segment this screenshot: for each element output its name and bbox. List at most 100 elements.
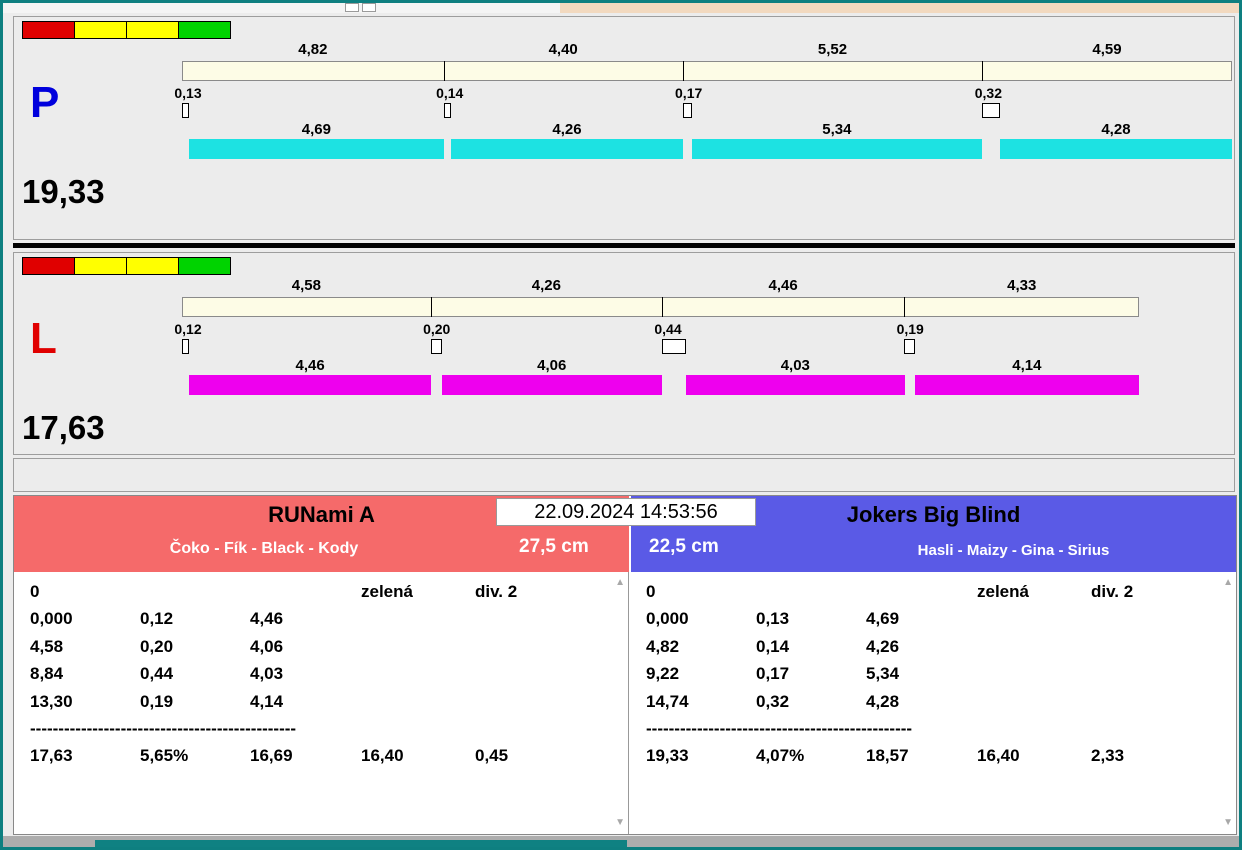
split-time-label: 5,52 (817, 41, 848, 58)
background-window-fragment (362, 3, 376, 12)
start-light-red (22, 257, 75, 275)
result-cell: 0,14 (756, 636, 790, 656)
split-divider-tick (662, 297, 663, 317)
table-row: 8,84 0,44 4,03 (14, 664, 628, 691)
split-time-label: 4,46 (768, 277, 798, 294)
result-cell: 0,17 (756, 664, 790, 684)
result-cell: 4,06 (250, 636, 284, 656)
taskbar-strip (3, 836, 1239, 847)
lane-panel-right: P 4,82 4,40 5,52 4,59 0,13 4,69 0,14 4,26 0,17 5,… (13, 16, 1235, 240)
team-dogs: Čoko - Fík - Black - Kody (169, 540, 359, 557)
crossing-time-box (982, 103, 1000, 118)
result-cell: 13,30 (30, 691, 73, 711)
result-cell: 0,19 (140, 691, 174, 711)
split-time-label: 4,40 (548, 41, 578, 58)
table-total-row: 19,33 4,07% 18,57 16,40 2,33 (630, 746, 1236, 773)
table-row: 0,000 0,13 4,69 (630, 609, 1236, 636)
result-cell: 4,07% (756, 746, 805, 766)
split-time-label: 4,58 (291, 277, 321, 294)
table-separator: ----------------------------------------… (646, 718, 913, 738)
result-cell: 0,000 (30, 609, 73, 629)
table-row: 13,30 0,19 4,14 (14, 692, 628, 719)
split-divider-tick (682, 61, 684, 81)
result-cell: 4,58 (30, 636, 64, 656)
result-cell: 4,14 (250, 691, 284, 711)
result-cell: 9,22 (646, 664, 680, 684)
jump-height: 22,5 cm (649, 536, 719, 557)
leg-time-bar (441, 375, 662, 395)
teams-panel: RUNami A Čoko - Fík - Black - Kody 27,5 … (13, 495, 1237, 835)
leg-time-bar (189, 139, 444, 159)
crossing-time-box (182, 103, 190, 118)
split-divider-tick (443, 61, 445, 81)
result-cell: 5,65% (140, 746, 189, 766)
crossing-time-box (662, 339, 686, 354)
result-cell: div. 2 (475, 582, 518, 601)
scroll-down-icon[interactable]: ▼ (1223, 818, 1233, 828)
result-cell: 0,45 (475, 746, 509, 766)
split-time-label: 4,82 (298, 41, 328, 58)
lane-panel-left: L 4,58 4,26 4,46 4,33 0,12 4,46 0,20 4,06 0,44 4,… (13, 252, 1235, 455)
split-time-label: 4,26 (531, 277, 561, 294)
split-divider-tick (430, 297, 432, 317)
split-divider-tick (904, 297, 906, 317)
table-row: 4,58 0,20 4,06 (14, 637, 628, 664)
leg-time-bar (685, 375, 905, 395)
crossing-time-label: 0,20 (423, 321, 451, 337)
crossing-time-label: 0,19 (896, 321, 924, 337)
crossing-time-label: 0,13 (174, 85, 202, 101)
leg-time-label: 4,14 (1012, 357, 1042, 374)
leg-time-label: 4,26 (552, 121, 582, 138)
lane-total-time: 17,63 (22, 409, 105, 446)
result-cell: zelená (977, 582, 1029, 601)
result-cell: 2,33 (1091, 746, 1125, 766)
scroll-down-icon[interactable]: ▼ (615, 818, 625, 828)
leg-time-label: 4,46 (295, 357, 325, 374)
table-row: 0 zelená div. 2 (630, 582, 1236, 609)
result-cell: 0,13 (756, 609, 790, 629)
result-panel-right: ▲ 0 zelená div. 2 0,000 0,13 4,69 4,82 0… (630, 572, 1236, 834)
leg-time-label: 4,28 (1101, 121, 1131, 138)
leg-time-bar (691, 139, 982, 159)
table-row: 0 zelená div. 2 (14, 582, 628, 609)
split-time-label: 4,59 (1092, 41, 1122, 58)
leg-time-label: 5,34 (822, 121, 852, 138)
crossing-time-label: 0,44 (654, 321, 682, 337)
result-cell: 19,33 (646, 746, 689, 766)
team-dogs: Hasli - Maizy - Gina - Sirius (917, 542, 1110, 559)
leg-time-bar (914, 375, 1140, 395)
result-cell: 0 (646, 582, 656, 601)
start-light-yellow-1 (74, 257, 127, 275)
result-cell: 14,74 (646, 691, 689, 711)
result-cell: 5,34 (866, 664, 900, 684)
start-light-red (22, 21, 75, 39)
table-row: 14,74 0,32 4,28 (630, 692, 1236, 719)
result-cell: 0,32 (756, 691, 790, 711)
start-light-yellow-1 (74, 21, 127, 39)
crossing-time-box (182, 339, 189, 354)
leg-time-bar (451, 139, 683, 159)
split-divider-tick (982, 61, 984, 81)
split-time-label: 4,33 (1007, 277, 1037, 294)
result-cell: 4,03 (250, 664, 284, 684)
start-light-yellow-2 (126, 21, 179, 39)
result-cell: zelená (361, 582, 413, 601)
result-cell: 0,000 (646, 609, 689, 629)
split-time-bar (182, 297, 1140, 317)
result-cell: 18,57 (866, 746, 909, 766)
crossing-time-label: 0,14 (436, 85, 464, 101)
lane-letter: P (30, 78, 60, 127)
leg-time-label: 4,03 (780, 357, 810, 374)
crossing-time-box (904, 339, 915, 354)
crossing-time-label: 0,17 (675, 85, 703, 101)
result-cell: 16,69 (250, 746, 293, 766)
table-total-row: 17,63 5,65% 16,69 16,40 0,45 (14, 746, 628, 773)
bottom-accent (95, 840, 627, 847)
crossing-time-label: 0,12 (174, 321, 202, 337)
background-window-fragment (345, 3, 359, 12)
result-cell: 16,40 (977, 746, 1020, 766)
result-cell: 16,40 (361, 746, 404, 766)
result-cell: 4,69 (866, 609, 900, 629)
result-cell: 0,20 (140, 636, 174, 656)
split-time-bar (182, 61, 1232, 81)
